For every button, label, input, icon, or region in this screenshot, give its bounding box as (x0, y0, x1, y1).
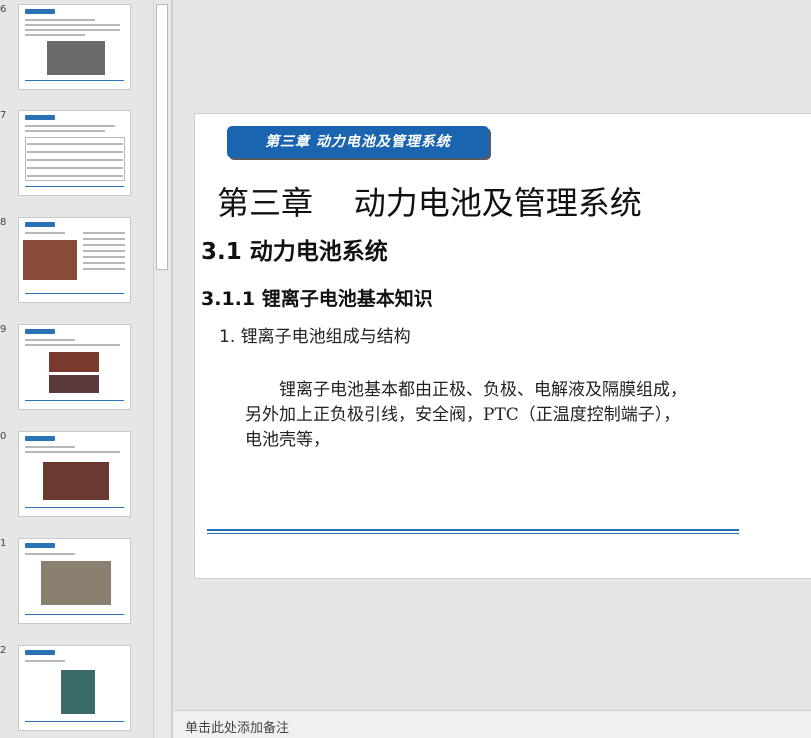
thumbnail-scrollbar[interactable] (153, 0, 170, 738)
thumbnail-banner (25, 436, 55, 441)
slide-thumbnail-10[interactable] (18, 431, 131, 517)
footer-rule (207, 529, 739, 531)
scrollbar-thumb[interactable] (156, 4, 168, 270)
notes-placeholder[interactable]: 单击此处添加备注 (185, 717, 289, 736)
current-slide[interactable]: 第三章 动力电池及管理系统 第三章 动力电池及管理系统 3.1 动力电池系统 3… (194, 113, 811, 579)
thumbnail-banner (25, 9, 55, 14)
subsection-heading[interactable]: 3.1.1 锂离子电池基本知识 (201, 284, 433, 311)
thumbnail-number: 0 (0, 431, 7, 442)
notes-pane[interactable]: 单击此处添加备注 (173, 710, 811, 738)
slide-thumbnail-9[interactable] (18, 324, 131, 410)
slide-thumbnail-6[interactable] (18, 4, 131, 90)
slide-thumbnail-11[interactable] (18, 538, 131, 624)
thumbnail-number: 7 (0, 110, 7, 121)
slide-thumbnail-8[interactable] (18, 217, 131, 303)
thumbnail-number: 2 (0, 645, 7, 656)
thumbnail-number: 8 (0, 217, 7, 228)
thumbnail-banner (25, 222, 55, 227)
slide-editing-area: 第三章 动力电池及管理系统 第三章 动力电池及管理系统 3.1 动力电池系统 3… (173, 0, 811, 710)
thumbnail-image (49, 375, 99, 393)
thumbnail-image (61, 670, 95, 714)
thumbnail-banner (25, 543, 55, 548)
section-heading[interactable]: 3.1 动力电池系统 (201, 232, 388, 266)
slide-thumbnail-pane[interactable]: 6 7 8 9 0 1 2 (0, 0, 171, 738)
thumbnail-image (41, 561, 111, 605)
slide-thumbnail-7[interactable] (18, 110, 131, 196)
slide-thumbnail-12[interactable] (18, 645, 131, 731)
thumbnail-image (49, 352, 99, 372)
thumbnail-image (43, 462, 109, 500)
thumbnail-banner (25, 650, 55, 655)
thumbnail-banner (25, 329, 55, 334)
thumbnail-number: 9 (0, 324, 7, 335)
thumbnail-number: 1 (0, 538, 7, 549)
thumbnail-image (47, 41, 105, 75)
numbered-list-item[interactable]: 1. 锂离子电池组成与结构 (219, 322, 411, 347)
thumbnail-banner (25, 115, 55, 120)
chapter-banner-text: 第三章 动力电池及管理系统 (265, 134, 451, 150)
thumbnail-image (23, 240, 77, 280)
body-paragraph[interactable]: 锂离子电池基本都由正极、负极、电解液及隔膜组成，另外加上正负极引线，安全阀，PT… (245, 378, 695, 453)
thumbnail-number: 6 (0, 4, 7, 15)
chapter-banner[interactable]: 第三章 动力电池及管理系统 (227, 126, 489, 158)
footer-rule (207, 533, 739, 534)
slide-title[interactable]: 第三章 动力电池及管理系统 (217, 178, 642, 224)
